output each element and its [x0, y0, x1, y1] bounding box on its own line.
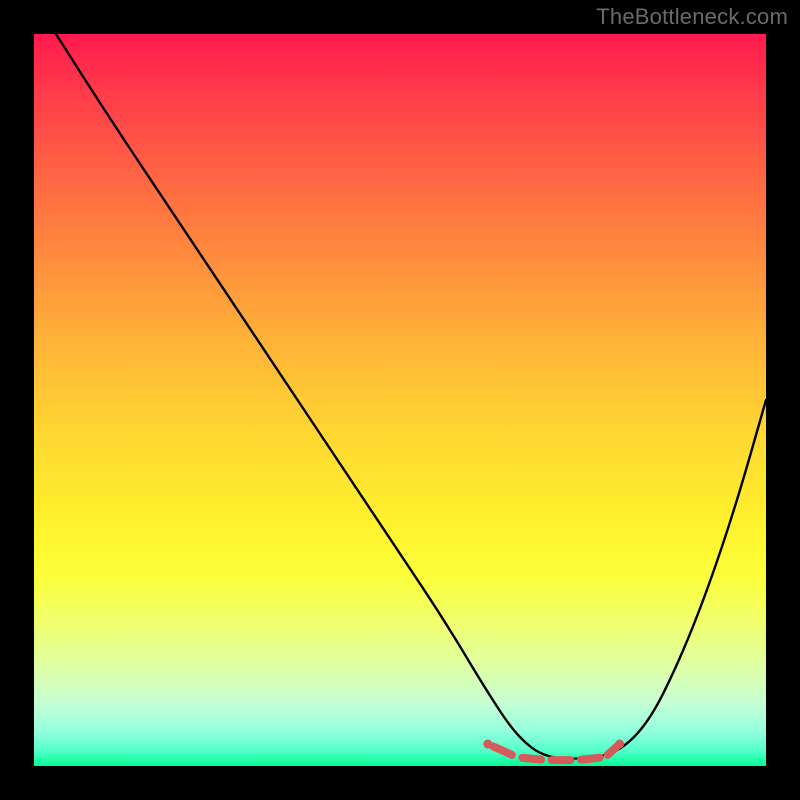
bottleneck-curve	[56, 34, 766, 759]
optimal-range-marker	[483, 740, 624, 761]
chart-plot-area	[34, 34, 766, 766]
chart-svg	[34, 34, 766, 766]
watermark-text: TheBottleneck.com	[596, 4, 788, 30]
